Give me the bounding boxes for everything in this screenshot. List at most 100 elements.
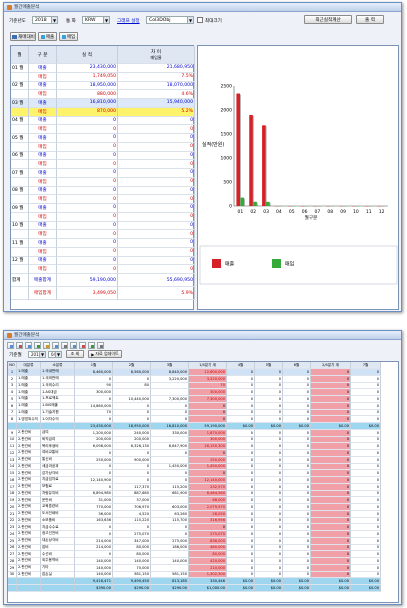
table-row[interactable]: 4 1.매출 1.AS대금 300,000 300,000 0 0 0 0 0: [8, 389, 381, 396]
table-row[interactable]: 22 2.판관비 소모품비 163,636 115,220 115,700 316,956 0…: [8, 517, 381, 525]
table-row[interactable]: 16 2.판관비 지급임차료 12,140,900 0 0 12,140,000 0 0 0 0 0: [8, 477, 381, 484]
table-row[interactable]: 매입 1,749,050 7.5%: [11, 72, 195, 82]
toolbar-button-icon[interactable]: [34, 342, 41, 349]
table-row[interactable]: 04 월 매출 0 0: [11, 116, 195, 126]
table-row[interactable]: 1 1.매출 1.국내판매 8,460,000 8,560,000 8,840,000 12…: [8, 369, 381, 376]
table-row[interactable]: 28 2.판관비 외주용역비 140,000 140,000 140,000 420,000…: [8, 558, 381, 565]
table-row[interactable]: 19 2.판관비 운반비 31,000 37,000 68,000 0 0 0 0 0: [8, 497, 381, 504]
graph-select[interactable]: Col3DObj ▼: [146, 16, 194, 24]
table-row[interactable]: 6 1.매출 1.BIS매출 14,860,000 0 0 0 0 0 0 0 0: [8, 402, 381, 410]
toolbar-button-icon[interactable]: [79, 342, 86, 349]
actual-cell: 0: [57, 186, 118, 196]
table-row[interactable]: 8 1.영업외수익 1.이자수익 0 0 0 0 0 0 0 0 0: [8, 416, 381, 423]
subtotal-row[interactable]: 23,430,000 18,950,000 16,810,000 59,190,000…: [8, 423, 381, 430]
table-row[interactable]: 18 2.판관비 차량유지비 6,894,980 887,680 681,900 8,464…: [8, 490, 381, 498]
month-cell: 11 월: [11, 239, 29, 248]
table-row[interactable]: 매입 0 0: [11, 195, 195, 204]
update-button[interactable]: ▶ 자료 업데이트: [88, 350, 122, 358]
year-select[interactable]: 2018 ▼: [28, 351, 46, 358]
table-row[interactable]: 29 2.판관비 기타 140,000 70,000 210,000 0 0 0 0 0: [8, 564, 381, 572]
cell: 0: [75, 524, 113, 531]
table-row[interactable]: 매입 0 0: [11, 265, 195, 274]
toolbar-button-icon[interactable]: [70, 342, 77, 349]
cell: 0: [227, 416, 255, 423]
table-row[interactable]: 11 월 매출 0 0: [11, 239, 195, 248]
calc-button[interactable]: 최근실적계산: [304, 15, 352, 24]
month-select[interactable]: 04 ▼: [48, 351, 62, 358]
table-row[interactable]: 10 월 매출 0 0: [11, 221, 195, 231]
table-row[interactable]: 26 2.판관비 잡비 214,000 80,000 186,000 480,000 0 0 0 0…: [8, 544, 381, 552]
table-row[interactable]: 매입 0 0: [11, 247, 195, 257]
table-row[interactable]: 매입 870,000 5.2%: [11, 107, 195, 117]
table-row[interactable]: 25 2.판관비 대손상각비 214,000 347,000 275,000 836,000…: [8, 537, 381, 545]
sum-row: 매입합계 3,499,050 5.9%: [11, 287, 195, 300]
cell: 18: [8, 490, 17, 498]
graph-setting-link[interactable]: 그래프 설정: [117, 18, 140, 24]
table-row[interactable]: 매입 0 0: [11, 177, 195, 187]
table-row[interactable]: 매입 0 0: [11, 212, 195, 222]
toolbar-button-icon[interactable]: [52, 342, 59, 349]
cell: 0: [283, 443, 311, 450]
cell: $0.00: [311, 585, 351, 592]
toolbar-button-icon[interactable]: [88, 342, 95, 349]
table-row[interactable]: 12 2.판관비 여비교통비 0 0 0 0 0 0 0 0 0: [8, 450, 381, 457]
currency-select[interactable]: KRW ▼: [82, 16, 110, 24]
sum-actual: 59,190,000: [57, 274, 118, 287]
subtotal-row[interactable]: 9,418,471 9,490,450 813,185 330,446 $0.00 $0.…: [8, 578, 381, 585]
table-row[interactable]: 14 2.판관비 세금과공과 0 0 1,450,000 1,450,000 0 0 0 0 0: [8, 463, 381, 471]
toolbar-button-icon[interactable]: [61, 342, 68, 349]
toolbar-button-icon[interactable]: [16, 342, 23, 349]
table-row[interactable]: 30 2.판관비 잡손실 140,000 581,150 581,150 1,302,300…: [8, 571, 381, 579]
table-row[interactable]: 17 2.판관비 보험료 0 117,370 115,200 232,570 0 0 0 0 0: [8, 483, 381, 491]
max-size-checkbox[interactable]: [197, 17, 203, 23]
table-row[interactable]: 13 2.판관비 통신비 250,000 900,000 250,000 0 0 0 0 0: [8, 456, 381, 464]
table-row[interactable]: 09 월 매출 0 0: [11, 204, 195, 213]
table-row[interactable]: 2 1.매출 1.국외판매 0 0 3,220,000 3,220,000 0 0 0 0 0: [8, 375, 381, 383]
year-select[interactable]: 2018 ▼: [32, 16, 58, 24]
table-row[interactable]: 15 2.판관비 감가상각비 0 0 0 0 0 0 0 0 0: [8, 470, 381, 477]
toolbar-button-icon[interactable]: [7, 342, 14, 349]
cell: 지급임차료: [41, 477, 75, 484]
cell: 887,680: [113, 490, 151, 498]
table-row[interactable]: 27 2.판관비 수선비 0 80,000 80,000 0 0 0 0 0: [8, 551, 381, 558]
toolbar-button-icon[interactable]: [97, 342, 104, 349]
compare-button[interactable]: 재매대비: [10, 32, 36, 41]
subtotal-row[interactable]: $390.00 $290.00 $290.00 $1,000.00 $0.00 $0.00…: [8, 585, 381, 592]
cell: 0: [283, 369, 311, 376]
tool-glyph-icon: [63, 344, 67, 348]
header-cell: 6월: [283, 362, 311, 369]
table-row[interactable]: 5 1.매출 1.프로젝트 0 10,440,000 7,300,000 7,300,000…: [8, 396, 381, 403]
table-row[interactable]: 05 월 매출 0 0: [11, 134, 195, 143]
search-button[interactable]: 조 회: [66, 350, 84, 358]
table-row[interactable]: 07 월 매출 0 0: [11, 169, 195, 178]
table-row[interactable]: 매입 0 0: [11, 142, 195, 152]
table-row[interactable]: 11 2.판관비 복리후생비 6,098,000 6,326,130 6,647,900 2…: [8, 443, 381, 450]
table-row[interactable]: 02 월 매출 18,950,000 18,070,000: [11, 81, 195, 91]
table-row[interactable]: 21 2.판관비 도서인쇄비 36,000 4,520 63,260 28,050 0 0 0 0 0: [8, 510, 381, 518]
table-row[interactable]: 08 월 매출 0 0: [11, 186, 195, 196]
table-row[interactable]: 24 2.판관비 광고선전비 0 275,070 0 275,070 0 0 0 0 0: [8, 531, 381, 538]
table-row[interactable]: 매입 880,000 4.6%: [11, 90, 195, 99]
table-row[interactable]: 12 월 매출 0 0: [11, 256, 195, 266]
table-row[interactable]: 매입 0 0: [11, 230, 195, 239]
toolbar-button-icon[interactable]: [43, 342, 50, 349]
table-row[interactable]: 01 월 매출 23,430,000 21,680,950: [11, 64, 195, 73]
table-row[interactable]: 10 2.판관비 퇴직급여 200,000 200,000 300,000 0 0 0 0 0: [8, 436, 381, 444]
table-row[interactable]: 23 2.판관비 지급수수료 0 0 0 0 0 0 0 0 0: [8, 524, 381, 531]
table-row[interactable]: 매입 0 0: [11, 160, 195, 169]
table-row[interactable]: 3 1.매출 1.국외수리 90 80 70 0 0 0 0 0: [8, 382, 381, 390]
month-cell: 10 월: [11, 221, 29, 231]
table-row[interactable]: 9 2.판관비 급여 1,200,000 240,000 330,000 1,870,000…: [8, 429, 381, 437]
table-row[interactable]: 20 2.판관비 교육훈련비 770,000 706,970 603,000 2,079,9…: [8, 504, 381, 511]
table-row[interactable]: 03 월 매출 16,810,000 15,940,000: [11, 99, 195, 108]
purchase-filter-button[interactable]: 매입: [59, 32, 78, 41]
cell: 0: [227, 389, 255, 396]
table-row[interactable]: 매입 0 0: [11, 125, 195, 134]
table-row[interactable]: 06 월 매출 0 0: [11, 151, 195, 161]
gubun-cell: 매입: [29, 142, 57, 152]
print-button[interactable]: 출 력: [356, 15, 384, 24]
cell: 0: [311, 443, 351, 450]
sales-filter-button[interactable]: 매출: [38, 32, 57, 41]
table-row[interactable]: 7 1.매출 1.기술지원 70 0 0 0 0 0 0 0 0: [8, 409, 381, 417]
toolbar-button-icon[interactable]: [25, 342, 32, 349]
